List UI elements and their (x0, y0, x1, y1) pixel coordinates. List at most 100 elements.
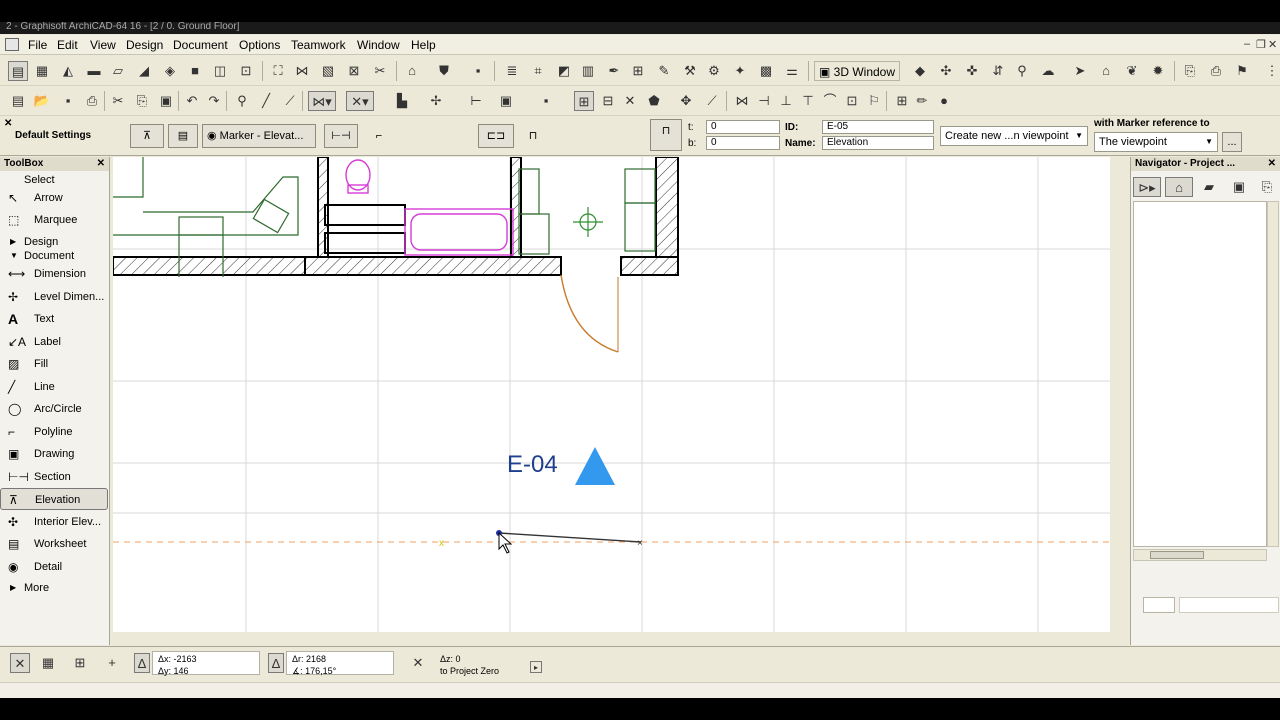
trim-icon[interactable]: ⊤ (798, 91, 818, 111)
roof-icon[interactable]: ▱ (108, 61, 128, 81)
preview-field[interactable] (1179, 597, 1279, 613)
gravity-icon[interactable]: ⋈▾ (308, 91, 336, 111)
expand-arrow-icon[interactable]: ▸ (530, 661, 542, 673)
group-icon[interactable]: ▣ (496, 91, 516, 111)
organizer-icon[interactable]: ⎘ (1257, 177, 1277, 197)
grid-on-icon[interactable]: ▦ (38, 653, 58, 673)
beam-icon[interactable]: ▬ (84, 61, 104, 81)
teamwork-icon[interactable]: ⚑ (1232, 61, 1252, 81)
home-icon[interactable]: ⌂ (402, 61, 422, 81)
delta-polar-icon[interactable]: Δ (268, 653, 284, 673)
print-icon[interactable]: ⎙ (82, 91, 102, 111)
tool-detail[interactable]: ◉ Detail (0, 556, 108, 578)
design-header[interactable]: ▶ Design (0, 235, 108, 249)
fillet-icon[interactable]: ⌒ (820, 91, 840, 111)
grid-snap-toggle-icon[interactable]: ⊞ (70, 653, 90, 673)
find-select-icon[interactable]: ⚲ (232, 91, 252, 111)
elevation-marker-text[interactable]: E-04 (507, 451, 558, 479)
walk-icon[interactable]: ⚲ (1012, 61, 1032, 81)
mesh-icon[interactable]: ⋈ (292, 61, 312, 81)
create-new-viewpoint-dropdown[interactable]: Create new ...n viewpoint ▼ (940, 126, 1088, 146)
drawing-tool-icon[interactable]: ⚒ (680, 61, 700, 81)
3d-cube-icon[interactable]: ◆ (910, 61, 930, 81)
marker-line-button[interactable]: ⊢⊣ (324, 124, 358, 148)
menu-view[interactable]: View (90, 38, 116, 52)
circle-icon[interactable]: ● (934, 91, 954, 111)
settings-dialog-button[interactable]: ⊼ (130, 124, 164, 148)
tool-level-dimension[interactable]: ✢ Level Dimen... (0, 286, 108, 308)
tool-line[interactable]: ╱ Line (0, 376, 108, 398)
favorite-icon[interactable]: ✦ (730, 61, 750, 81)
object-icon[interactable]: ✂ (370, 61, 390, 81)
close-coordinates-icon[interactable]: ✕ (10, 653, 30, 673)
library-icon[interactable]: ▩ (756, 61, 776, 81)
guide-icon[interactable]: ▙ (392, 91, 412, 111)
menu-document[interactable]: Document (173, 38, 228, 52)
table-icon[interactable]: ▥ (578, 61, 598, 81)
viewpoint-dropdown[interactable]: The viewpoint ▼ (1094, 132, 1218, 152)
tool-worksheet[interactable]: ▤ Worksheet (0, 533, 108, 555)
trace-icon[interactable]: ⊢ (466, 91, 486, 111)
new-icon[interactable]: ▤ (8, 91, 28, 111)
cloud-icon[interactable]: ☁ (1038, 61, 1058, 81)
mirror-icon[interactable]: ⊞ (892, 91, 912, 111)
close-icon[interactable]: ✕ (1268, 38, 1277, 51)
more-tools-icon[interactable]: ⚌ (782, 61, 802, 81)
view-map-icon[interactable]: ⌂ (1165, 177, 1193, 197)
snap-icon[interactable]: ✕▾ (346, 91, 374, 111)
redo-icon[interactable]: ↷ (204, 91, 224, 111)
menu-window[interactable]: Window (357, 38, 400, 52)
gear-icon[interactable]: ✹ (1148, 61, 1168, 81)
restore-icon[interactable]: ❐ (1256, 38, 1266, 51)
menu-help[interactable]: Help (411, 38, 436, 52)
zone-icon[interactable]: ⛶ (268, 61, 288, 81)
name-field[interactable]: Elevation (822, 136, 934, 150)
shell-icon[interactable]: ◢ (134, 61, 154, 81)
menu-edit[interactable]: Edit (57, 38, 78, 52)
pencil-icon[interactable]: ✏ (912, 91, 932, 111)
shield-icon[interactable]: ⛊ (434, 61, 454, 81)
navigator-hscroll[interactable] (1133, 549, 1267, 561)
camera-icon[interactable]: ✜ (962, 61, 982, 81)
more-header[interactable]: ▶ More (0, 581, 108, 595)
publisher-icon[interactable]: ▣ (1229, 177, 1249, 197)
zoom-field[interactable] (1143, 597, 1175, 613)
adjust-icon[interactable]: ⊣ (754, 91, 774, 111)
morph-icon[interactable]: ◈ (160, 61, 180, 81)
grip-icon[interactable]: ⋮ (1262, 61, 1280, 81)
menu-file[interactable]: File (28, 38, 47, 52)
tool-arc-circle[interactable]: ◯ Arc/Circle (0, 398, 108, 420)
tool-elevation[interactable]: ⊼ Elevation (0, 488, 108, 510)
navigator-hscroll-thumb[interactable] (1150, 551, 1204, 559)
window-icon[interactable]: ⊡ (236, 61, 256, 81)
lamp-icon[interactable]: ▪ (468, 61, 488, 81)
copy-icon[interactable]: ⎘ (132, 91, 152, 111)
info-box-close-icon[interactable]: ✕ (4, 118, 12, 129)
pen-icon[interactable]: ✒ (604, 61, 624, 81)
grid-snap-icon[interactable]: ⊞ (574, 91, 594, 111)
delta-icon[interactable]: Δ (134, 653, 150, 673)
stair-icon[interactable]: ▧ (318, 61, 338, 81)
house-icon[interactable]: ⌂ (1096, 61, 1116, 81)
cross-icon[interactable]: ✕ (620, 91, 640, 111)
navigator-vscroll[interactable] (1267, 201, 1279, 547)
move-icon[interactable]: ✥ (676, 91, 696, 111)
inject-icon[interactable]: ⟋ (280, 91, 300, 111)
paste-icon[interactable]: ▣ (156, 91, 176, 111)
tool-drawing[interactable]: ▣ Drawing (0, 443, 108, 465)
pick-up-icon[interactable]: ╱ (256, 91, 276, 111)
door-icon[interactable]: ◫ (210, 61, 230, 81)
curtain-wall-icon[interactable]: ⊠ (344, 61, 364, 81)
menu-options[interactable]: Options (239, 38, 280, 52)
undo-icon[interactable]: ↶ (182, 91, 202, 111)
layout-book-icon[interactable]: ▰ (1199, 177, 1219, 197)
t-field[interactable]: 0 (706, 120, 780, 134)
cut-icon[interactable]: ✂ (108, 91, 128, 111)
geometry-method-1[interactable]: ⊏⊐ (478, 124, 514, 148)
eyedropper-icon[interactable]: ⟋ (702, 91, 722, 111)
hotlink-icon[interactable]: ⚙ (704, 61, 724, 81)
offset-icon[interactable]: ✢ (426, 91, 446, 111)
menu-design[interactable]: Design (126, 38, 163, 52)
text-style-icon[interactable]: ⊞ (628, 61, 648, 81)
tool-interior-elevation[interactable]: ✣ Interior Elev... (0, 511, 108, 533)
